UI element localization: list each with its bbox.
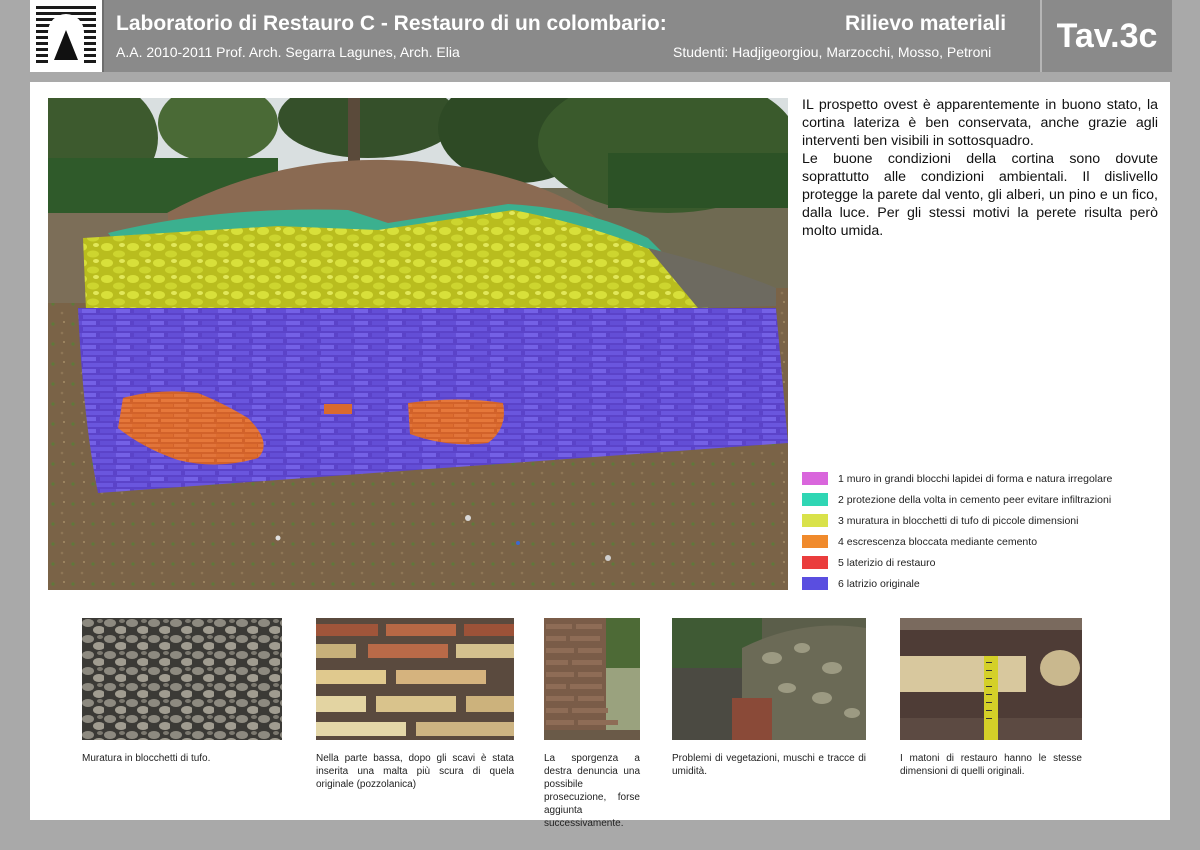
legend-swatch bbox=[802, 556, 828, 569]
legend-item: 6 latrizio originale bbox=[802, 573, 1162, 594]
students-line: Studenti: Hadjigeorgiou, Marzocchi, Moss… bbox=[673, 44, 992, 60]
sheet-number: Tav.3c bbox=[1040, 0, 1172, 72]
description-paragraph: IL prospetto ovest è apparentemente in b… bbox=[802, 97, 1158, 149]
legend-item: 2 protezione della volta in cemento peer… bbox=[802, 489, 1162, 510]
description-paragraph: Le buone condizioni della cortina sono d… bbox=[802, 151, 1158, 239]
content-panel: IL prospetto ovest è apparentemente in b… bbox=[30, 82, 1170, 829]
materials-legend: 1 muro in grandi blocchi lapidei di form… bbox=[802, 468, 1162, 594]
header-bar: Laboratorio di Restauro C - Restauro di … bbox=[30, 0, 1172, 72]
photo-restoration-bricks bbox=[900, 618, 1082, 740]
legend-item: 4 escrescenza bloccata mediante cemento bbox=[802, 531, 1162, 552]
description-text: IL prospetto ovest è apparentemente in b… bbox=[802, 96, 1158, 240]
legend-item: 1 muro in grandi blocchi lapidei di form… bbox=[802, 468, 1162, 489]
legend-label: 5 laterizio di restauro bbox=[838, 556, 936, 569]
caption-vegetation-moss: Problemi di vegetazioni, muschi e tracce… bbox=[672, 753, 866, 777]
photo-protruding-corner bbox=[544, 618, 640, 740]
caption-protruding-corner: La sporgenza a destra denuncia una possi… bbox=[544, 753, 640, 829]
legend-item: 3 muratura in blocchetti di tufo di picc… bbox=[802, 510, 1162, 531]
photo-tufo-masonry bbox=[82, 618, 282, 740]
photo-dark-mortar bbox=[316, 618, 514, 740]
legend-swatch bbox=[802, 577, 828, 590]
caption-restoration-bricks: I matoni di restauro hanno le stesse dim… bbox=[900, 753, 1082, 777]
legend-item: 5 laterizio di restauro bbox=[802, 552, 1162, 573]
course-subtitle: A.A. 2010-2011 Prof. Arch. Segarra Lagun… bbox=[116, 44, 460, 60]
legend-label: 1 muro in grandi blocchi lapidei di form… bbox=[838, 472, 1113, 485]
photo-vegetation-moss bbox=[672, 618, 866, 740]
legend-label: 2 protezione della volta in cemento peer… bbox=[838, 493, 1112, 506]
sheet-title: Laboratorio di Restauro C - Restauro di … bbox=[116, 12, 667, 35]
legend-label: 3 muratura in blocchetti di tufo di picc… bbox=[838, 514, 1079, 527]
legend-swatch bbox=[802, 472, 828, 485]
caption-tufo-masonry: Muratura in blocchetti di tufo. bbox=[82, 753, 211, 764]
main-material-survey-photo bbox=[48, 98, 788, 590]
legend-swatch bbox=[802, 514, 828, 527]
section-title: Rilievo materiali bbox=[845, 12, 1007, 35]
legend-label: 4 escrescenza bloccata mediante cemento bbox=[838, 535, 1038, 548]
legend-swatch bbox=[802, 493, 828, 506]
university-logo bbox=[30, 0, 104, 72]
legend-swatch bbox=[802, 535, 828, 548]
caption-dark-mortar: Nella parte bassa, dopo gli scavi è stat… bbox=[316, 753, 514, 790]
legend-label: 6 latrizio originale bbox=[838, 577, 920, 590]
